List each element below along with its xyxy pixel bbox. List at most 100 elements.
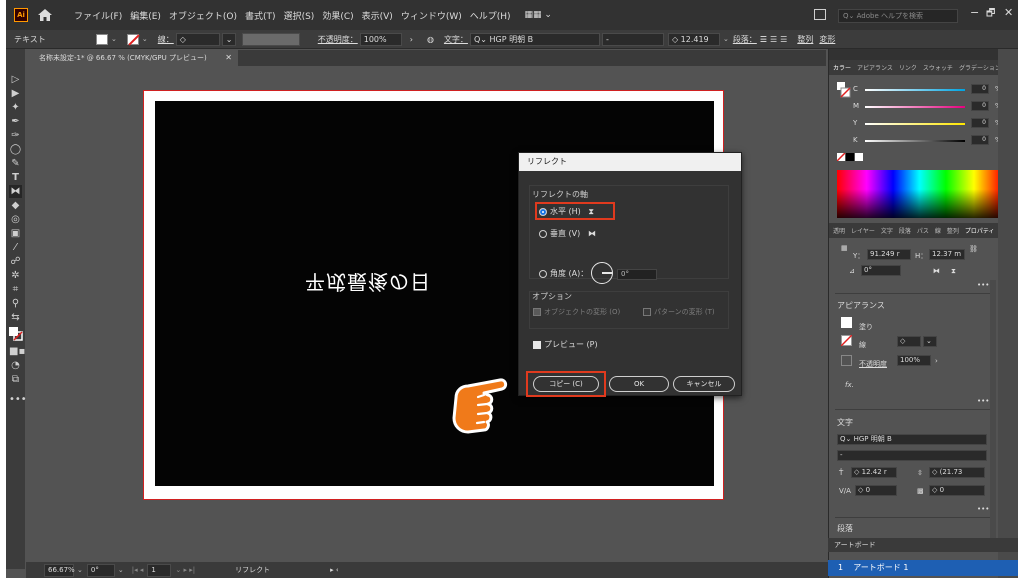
character-label[interactable]: 文字： — [444, 34, 468, 45]
constrain-link-icon[interactable]: ⛓ — [969, 245, 978, 253]
reference-point-icon[interactable]: ▦ — [841, 244, 848, 252]
status-menu-icon[interactable]: ▸ ‹ — [330, 566, 339, 574]
zoom-tool-icon[interactable]: ⚲ — [9, 297, 22, 310]
direct-selection-tool-icon[interactable]: ▶ — [9, 87, 22, 100]
stroke-weight-dropdown[interactable]: ⌄ — [221, 32, 236, 46]
stroke-swatch[interactable] — [840, 334, 853, 349]
yellow-slider[interactable]: Y0% — [853, 118, 1002, 129]
stroke-weight-dropdown[interactable]: ⌄ — [923, 336, 937, 347]
black-track[interactable] — [865, 140, 965, 142]
magenta-value[interactable]: 0 — [971, 101, 989, 111]
reflected-text[interactable]: 平成最後の日 — [305, 269, 431, 298]
menu-item[interactable]: ヘルプ(H) — [470, 9, 511, 22]
warp-tool-icon[interactable]: ◎ — [9, 213, 22, 226]
graph-tool-icon[interactable]: ▣ — [9, 227, 22, 240]
panel-scrollbar[interactable] — [990, 280, 996, 550]
panel-toggle-icon[interactable] — [814, 9, 826, 20]
none-white-black-swatches[interactable] — [836, 152, 863, 162]
flip-vertical-icon[interactable]: ⧗ — [951, 267, 956, 276]
checkbox-checked-icon[interactable] — [533, 340, 541, 349]
panel-tab[interactable]: 整列 — [947, 226, 959, 235]
fill-stroke-icon[interactable] — [9, 327, 23, 341]
ellipse-tool-icon[interactable]: ◯ — [9, 143, 22, 156]
menu-item[interactable]: 選択(S) — [284, 9, 315, 22]
chevron-down-icon[interactable]: ⌄ — [142, 35, 148, 43]
chevron-right-icon[interactable]: › — [935, 357, 938, 365]
panel-tab[interactable]: グラデーション — [959, 63, 999, 72]
yellow-track[interactable] — [865, 123, 965, 125]
rotate-field[interactable]: 0° — [861, 265, 901, 276]
menu-item[interactable]: ファイル(F) — [74, 9, 122, 22]
symbol-sprayer-tool-icon[interactable]: ✲ — [9, 269, 22, 282]
stroke-weight-field[interactable]: ◇ — [897, 336, 921, 347]
minimize-button[interactable]: − — [970, 6, 979, 19]
help-search-input[interactable]: Q⌄ Adobe ヘルプを検索 — [838, 9, 958, 23]
fx-icon[interactable]: fx. — [845, 381, 854, 389]
artboard-list-row[interactable]: 1 アートボード 1 — [828, 560, 1018, 576]
rotation-field[interactable]: 0° — [86, 563, 115, 577]
transform-patterns-checkbox[interactable]: パターンの変形 (T) — [643, 307, 715, 317]
more-options-icon[interactable]: ••• — [977, 281, 989, 289]
radio-icon[interactable] — [539, 229, 547, 238]
radio-icon[interactable] — [539, 269, 547, 278]
pen-tool-icon[interactable]: ✒ — [9, 115, 22, 128]
h-field[interactable]: 12.37 m — [929, 249, 965, 260]
document-tab[interactable]: 名称未設定-1* @ 66.67 % (CMYK/GPU プレビュー) ✕ — [26, 50, 238, 66]
panel-tab[interactable]: アピアランス — [857, 63, 893, 72]
menu-item[interactable]: 書式(T) — [245, 9, 276, 22]
magenta-track[interactable] — [865, 106, 965, 108]
recolor-icon[interactable]: ◍ — [427, 35, 434, 44]
kerning-field[interactable]: ◇ 0 — [929, 485, 985, 496]
panel-tab[interactable]: パス — [917, 226, 929, 235]
panel-tab[interactable]: リンク — [899, 63, 917, 72]
artboard-number-field[interactable]: 1 — [147, 563, 172, 577]
chevron-down-icon[interactable]: ⌄ — [723, 35, 729, 43]
ok-button[interactable]: OK — [609, 376, 669, 392]
font-size-field[interactable]: ◇ 12.419 — [667, 32, 720, 46]
black-slider[interactable]: K0% — [853, 135, 1002, 146]
close-button[interactable]: ✕ — [1004, 6, 1013, 19]
selection-tool-icon[interactable]: ▷ — [9, 73, 22, 86]
color-spectrum[interactable] — [837, 170, 1002, 218]
cancel-button[interactable]: キャンセル — [673, 376, 735, 392]
fill-swatch[interactable] — [96, 33, 108, 45]
home-icon[interactable] — [38, 9, 52, 21]
stroke-label[interactable]: 線： — [158, 34, 174, 45]
font-style-field[interactable]: - — [837, 450, 987, 461]
chevron-right-icon[interactable]: › — [410, 35, 413, 44]
curvature-tool-icon[interactable]: ✑ — [9, 129, 22, 142]
fill-stroke-icon[interactable] — [837, 82, 851, 101]
draw-mode-icon[interactable]: ◔ — [9, 359, 22, 372]
preview-checkbox[interactable]: プレビュー (P) — [533, 339, 598, 350]
menu-item[interactable]: 表示(V) — [362, 9, 393, 22]
cyan-value[interactable]: 0 — [971, 84, 989, 94]
leading-field[interactable]: ◇ (21.73 — [929, 467, 985, 478]
angle-input[interactable]: 0° — [617, 269, 657, 280]
black-value[interactable]: 0 — [971, 135, 989, 145]
stroke-swatch[interactable] — [126, 33, 139, 45]
more-options-icon[interactable]: ••• — [977, 397, 989, 405]
y-field[interactable]: 91.249 r — [867, 249, 911, 260]
checkbox-icon[interactable] — [643, 308, 651, 316]
magenta-slider[interactable]: M0% — [853, 101, 1002, 112]
more-tools-icon[interactable]: ••• — [9, 393, 27, 406]
variable-width-profile[interactable] — [241, 32, 300, 46]
transform-objects-checkbox[interactable]: オブジェクトの変形 (O) — [533, 307, 620, 317]
restore-button[interactable]: 🗗 — [986, 6, 995, 23]
artboard-tool-icon[interactable]: ⌗ — [9, 283, 22, 296]
swap-colors-icon[interactable]: ⇆ — [9, 311, 22, 324]
zoom-field[interactable]: 66.67% — [44, 563, 75, 577]
panel-tab[interactable]: カラー — [833, 63, 851, 72]
font-family-field[interactable]: Q⌄ HGP 明朝 B — [469, 32, 600, 46]
tracking-field[interactable]: ◇ 0 — [855, 485, 897, 496]
eraser-tool-icon[interactable]: ◆ — [9, 199, 22, 212]
paragraph-label[interactable]: 段落： — [733, 34, 757, 45]
font-style-field[interactable]: - — [601, 32, 664, 46]
opacity-label[interactable]: 不透明度 — [859, 359, 887, 369]
cyan-track[interactable] — [865, 89, 965, 91]
close-tab-icon[interactable]: ✕ — [225, 50, 232, 66]
panel-tab[interactable]: スウォッチ — [923, 63, 953, 72]
blend-tool-icon[interactable]: ☍ — [9, 255, 22, 268]
menu-item[interactable]: 効果(C) — [322, 9, 353, 22]
panel-tab[interactable]: 文字 — [881, 226, 893, 235]
